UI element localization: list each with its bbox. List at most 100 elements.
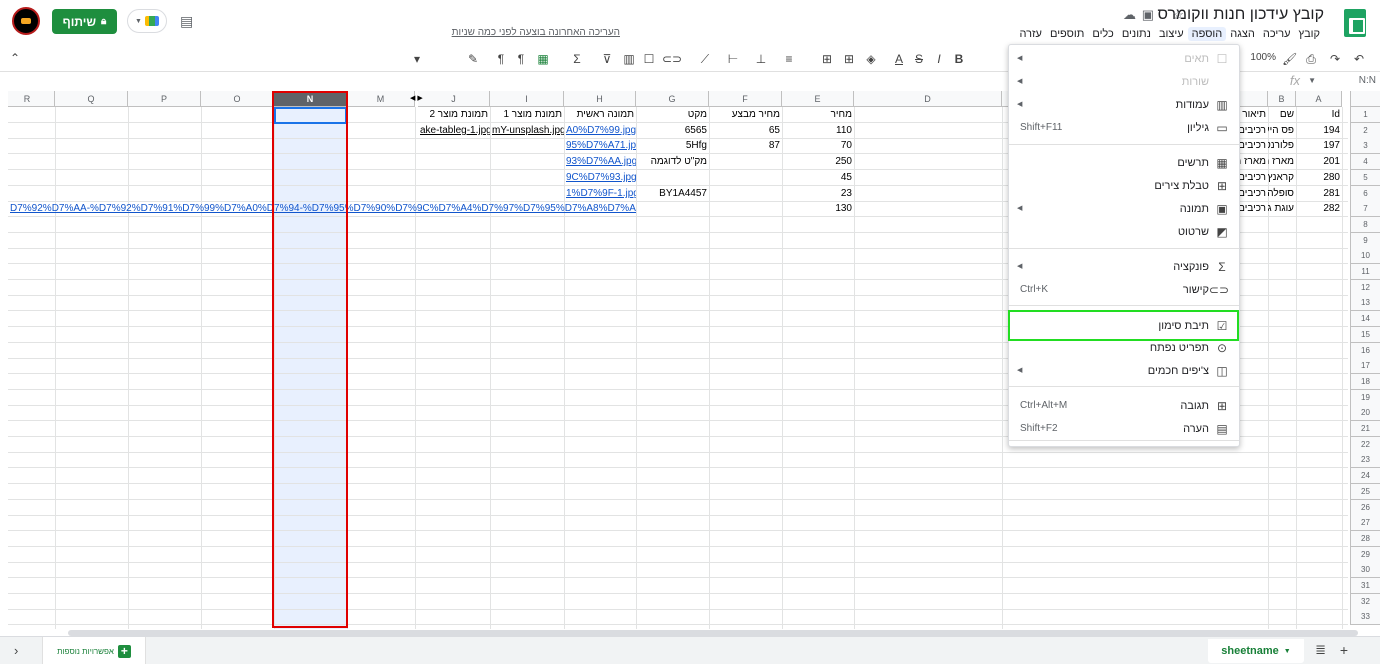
menu-1[interactable]: קובץ — [1295, 27, 1324, 41]
sheet-tab[interactable]: sheetname ▼ — [1208, 639, 1304, 663]
row-header[interactable]: 2 — [1350, 123, 1380, 139]
row-header[interactable]: 16 — [1350, 343, 1380, 359]
bold-icon[interactable]: B — [952, 52, 966, 66]
row-header[interactable]: 18 — [1350, 374, 1380, 390]
comment-icon[interactable]: ☐ — [642, 52, 656, 66]
zoom-select[interactable]: 100% — [1250, 52, 1276, 63]
row-header[interactable]: 11 — [1350, 264, 1380, 280]
column-header-e[interactable]: E — [782, 91, 854, 107]
cell-f3[interactable]: 87 — [709, 138, 782, 154]
cell-b2[interactable]: פס היער — [1268, 123, 1296, 139]
cell-a7[interactable]: 282 — [1296, 201, 1342, 217]
row-header[interactable]: 12 — [1350, 280, 1380, 296]
cell-a1[interactable]: Id — [1296, 107, 1342, 123]
row-header[interactable]: 24 — [1350, 468, 1380, 484]
vertical-align-icon[interactable]: ⊥ — [754, 52, 768, 66]
menu-item-comment[interactable]: תגובה ⊞ Ctrl+Alt+M — [1009, 396, 1239, 418]
cell-h2[interactable]: A0%D7%99.jpg — [564, 123, 636, 139]
filter-icon[interactable]: ⊽ — [600, 52, 614, 66]
row-header[interactable]: 8 — [1350, 217, 1380, 233]
row-header[interactable]: 3 — [1350, 138, 1380, 154]
last-edit-link[interactable]: העריכה האחרונה בוצעה לפני כמה שניות — [452, 27, 620, 38]
cell-e4[interactable]: 250 — [782, 154, 854, 170]
column-header-g[interactable]: G — [636, 91, 709, 107]
strikethrough-icon[interactable]: S — [912, 52, 926, 66]
share-button[interactable]: שיתוף 🔒︎ — [52, 9, 117, 34]
text-rotation-icon[interactable]: ⟋ — [698, 52, 712, 67]
row-header[interactable]: 26 — [1350, 500, 1380, 516]
cell-e2[interactable]: 110 — [782, 123, 854, 139]
row-header[interactable]: 30 — [1350, 562, 1380, 578]
chart-icon[interactable]: ▥ — [622, 52, 636, 66]
print-icon[interactable]: ⎙ — [1304, 52, 1318, 67]
cell-j2[interactable]: ake-tableg-1.jpg — [418, 123, 490, 139]
cell-i1[interactable]: תמונת מוצר 1 — [490, 107, 564, 123]
menu-item-note[interactable]: הערה ▤ Shift+F2 — [1009, 419, 1239, 441]
link-icon[interactable]: ⊂⊃ — [662, 52, 682, 66]
undo-icon[interactable]: ↶ — [1352, 52, 1366, 66]
menu-item-columns[interactable]: עמודות ▥ ◀ — [1009, 95, 1239, 117]
italic-icon[interactable]: I — [932, 52, 946, 66]
row-header[interactable]: 29 — [1350, 547, 1380, 563]
column-header-j[interactable]: J — [418, 91, 490, 107]
cell-h1[interactable]: תמונה ראשית — [564, 107, 636, 123]
rtl-icon[interactable]: ¶ — [494, 52, 508, 66]
column-header-b[interactable]: B — [1268, 91, 1296, 107]
hidden-columns-arrows-icon[interactable]: ◀ ▶ — [410, 94, 423, 102]
row-header[interactable]: 28 — [1350, 531, 1380, 547]
text-color-icon[interactable]: A — [892, 52, 906, 66]
account-avatar[interactable] — [12, 7, 40, 35]
fill-color-icon[interactable]: ◈ — [864, 52, 878, 66]
add-sheet-icon[interactable]: + — [1340, 642, 1348, 658]
row-header[interactable]: 14 — [1350, 311, 1380, 327]
row-header[interactable]: 15 — [1350, 327, 1380, 343]
cell-g2[interactable]: 6565 — [636, 123, 709, 139]
row-header[interactable]: 7 — [1350, 201, 1380, 217]
cell-a3[interactable]: 197 — [1296, 138, 1342, 154]
row-header[interactable]: 9 — [1350, 233, 1380, 249]
cell-g1[interactable]: מקט — [636, 107, 709, 123]
row-header[interactable]: 25 — [1350, 484, 1380, 500]
cell-g3[interactable]: 5Hfg — [636, 138, 709, 154]
cell-b7[interactable]: עוגת גב — [1268, 201, 1296, 217]
row-header[interactable]: 32 — [1350, 594, 1380, 610]
row-header[interactable]: 21 — [1350, 421, 1380, 437]
chevron-right-icon[interactable]: › — [14, 643, 18, 658]
row-header[interactable]: 19 — [1350, 390, 1380, 406]
menu-5[interactable]: עיצוב — [1155, 27, 1188, 41]
menu-4[interactable]: הוספה — [1187, 27, 1227, 41]
row-header[interactable]: 10 — [1350, 248, 1380, 264]
column-header-f[interactable]: F — [709, 91, 782, 107]
menu-6[interactable]: נתונים — [1118, 27, 1155, 41]
menu-item-link[interactable]: קישור ⊂⊃ Ctrl+K — [1009, 280, 1239, 302]
column-header-h[interactable]: H — [564, 91, 636, 107]
cell-b6[interactable]: סופלה ש — [1268, 186, 1296, 202]
cell-b4[interactable]: מארז מ — [1268, 154, 1296, 170]
menu-item-smart-chips[interactable]: צ'יפים חכמים ◫ ◀ — [1009, 361, 1239, 383]
cell-f2[interactable]: 65 — [709, 123, 782, 139]
toolbar-more-icon[interactable]: ▾ — [410, 52, 424, 66]
name-box-dropdown-icon[interactable]: ▼ — [1308, 76, 1316, 85]
all-sheets-icon[interactable]: ≣ — [1315, 642, 1326, 658]
cell-h5[interactable]: 9C%D7%93.jpg — [564, 170, 636, 186]
more-options-button[interactable]: אפשרויות נוספות + — [42, 637, 146, 664]
row-header[interactable]: 22 — [1350, 437, 1380, 453]
menu-3[interactable]: הצגה — [1226, 27, 1259, 41]
cell-e5[interactable]: 45 — [782, 170, 854, 186]
text-wrap-icon[interactable]: ⊢ — [726, 52, 740, 66]
menu-9[interactable]: עזרה — [1015, 27, 1045, 41]
menu-item-function[interactable]: פונקציה Σ ◀ — [1009, 257, 1239, 279]
name-box[interactable]: N:N — [1310, 75, 1376, 86]
column-header-m[interactable]: M — [347, 91, 415, 107]
meet-button[interactable]: ▼ — [127, 9, 167, 33]
paint-format-icon[interactable]: 🖌︎ — [1282, 52, 1297, 66]
menu-item-image[interactable]: תמונה ▣ ◀ — [1009, 199, 1239, 221]
column-header-d[interactable]: D — [854, 91, 1002, 107]
cell-g6[interactable]: BY1A4457 — [636, 186, 709, 202]
ltr-icon[interactable]: ¶ — [514, 52, 528, 66]
redo-icon[interactable]: ↷ — [1328, 52, 1342, 66]
row-header[interactable]: 13 — [1350, 295, 1380, 311]
cell-h3[interactable]: 95%D7%A71.jpg — [564, 138, 636, 154]
column-header-i[interactable]: I — [490, 91, 564, 107]
select-all-corner[interactable] — [1350, 91, 1380, 107]
